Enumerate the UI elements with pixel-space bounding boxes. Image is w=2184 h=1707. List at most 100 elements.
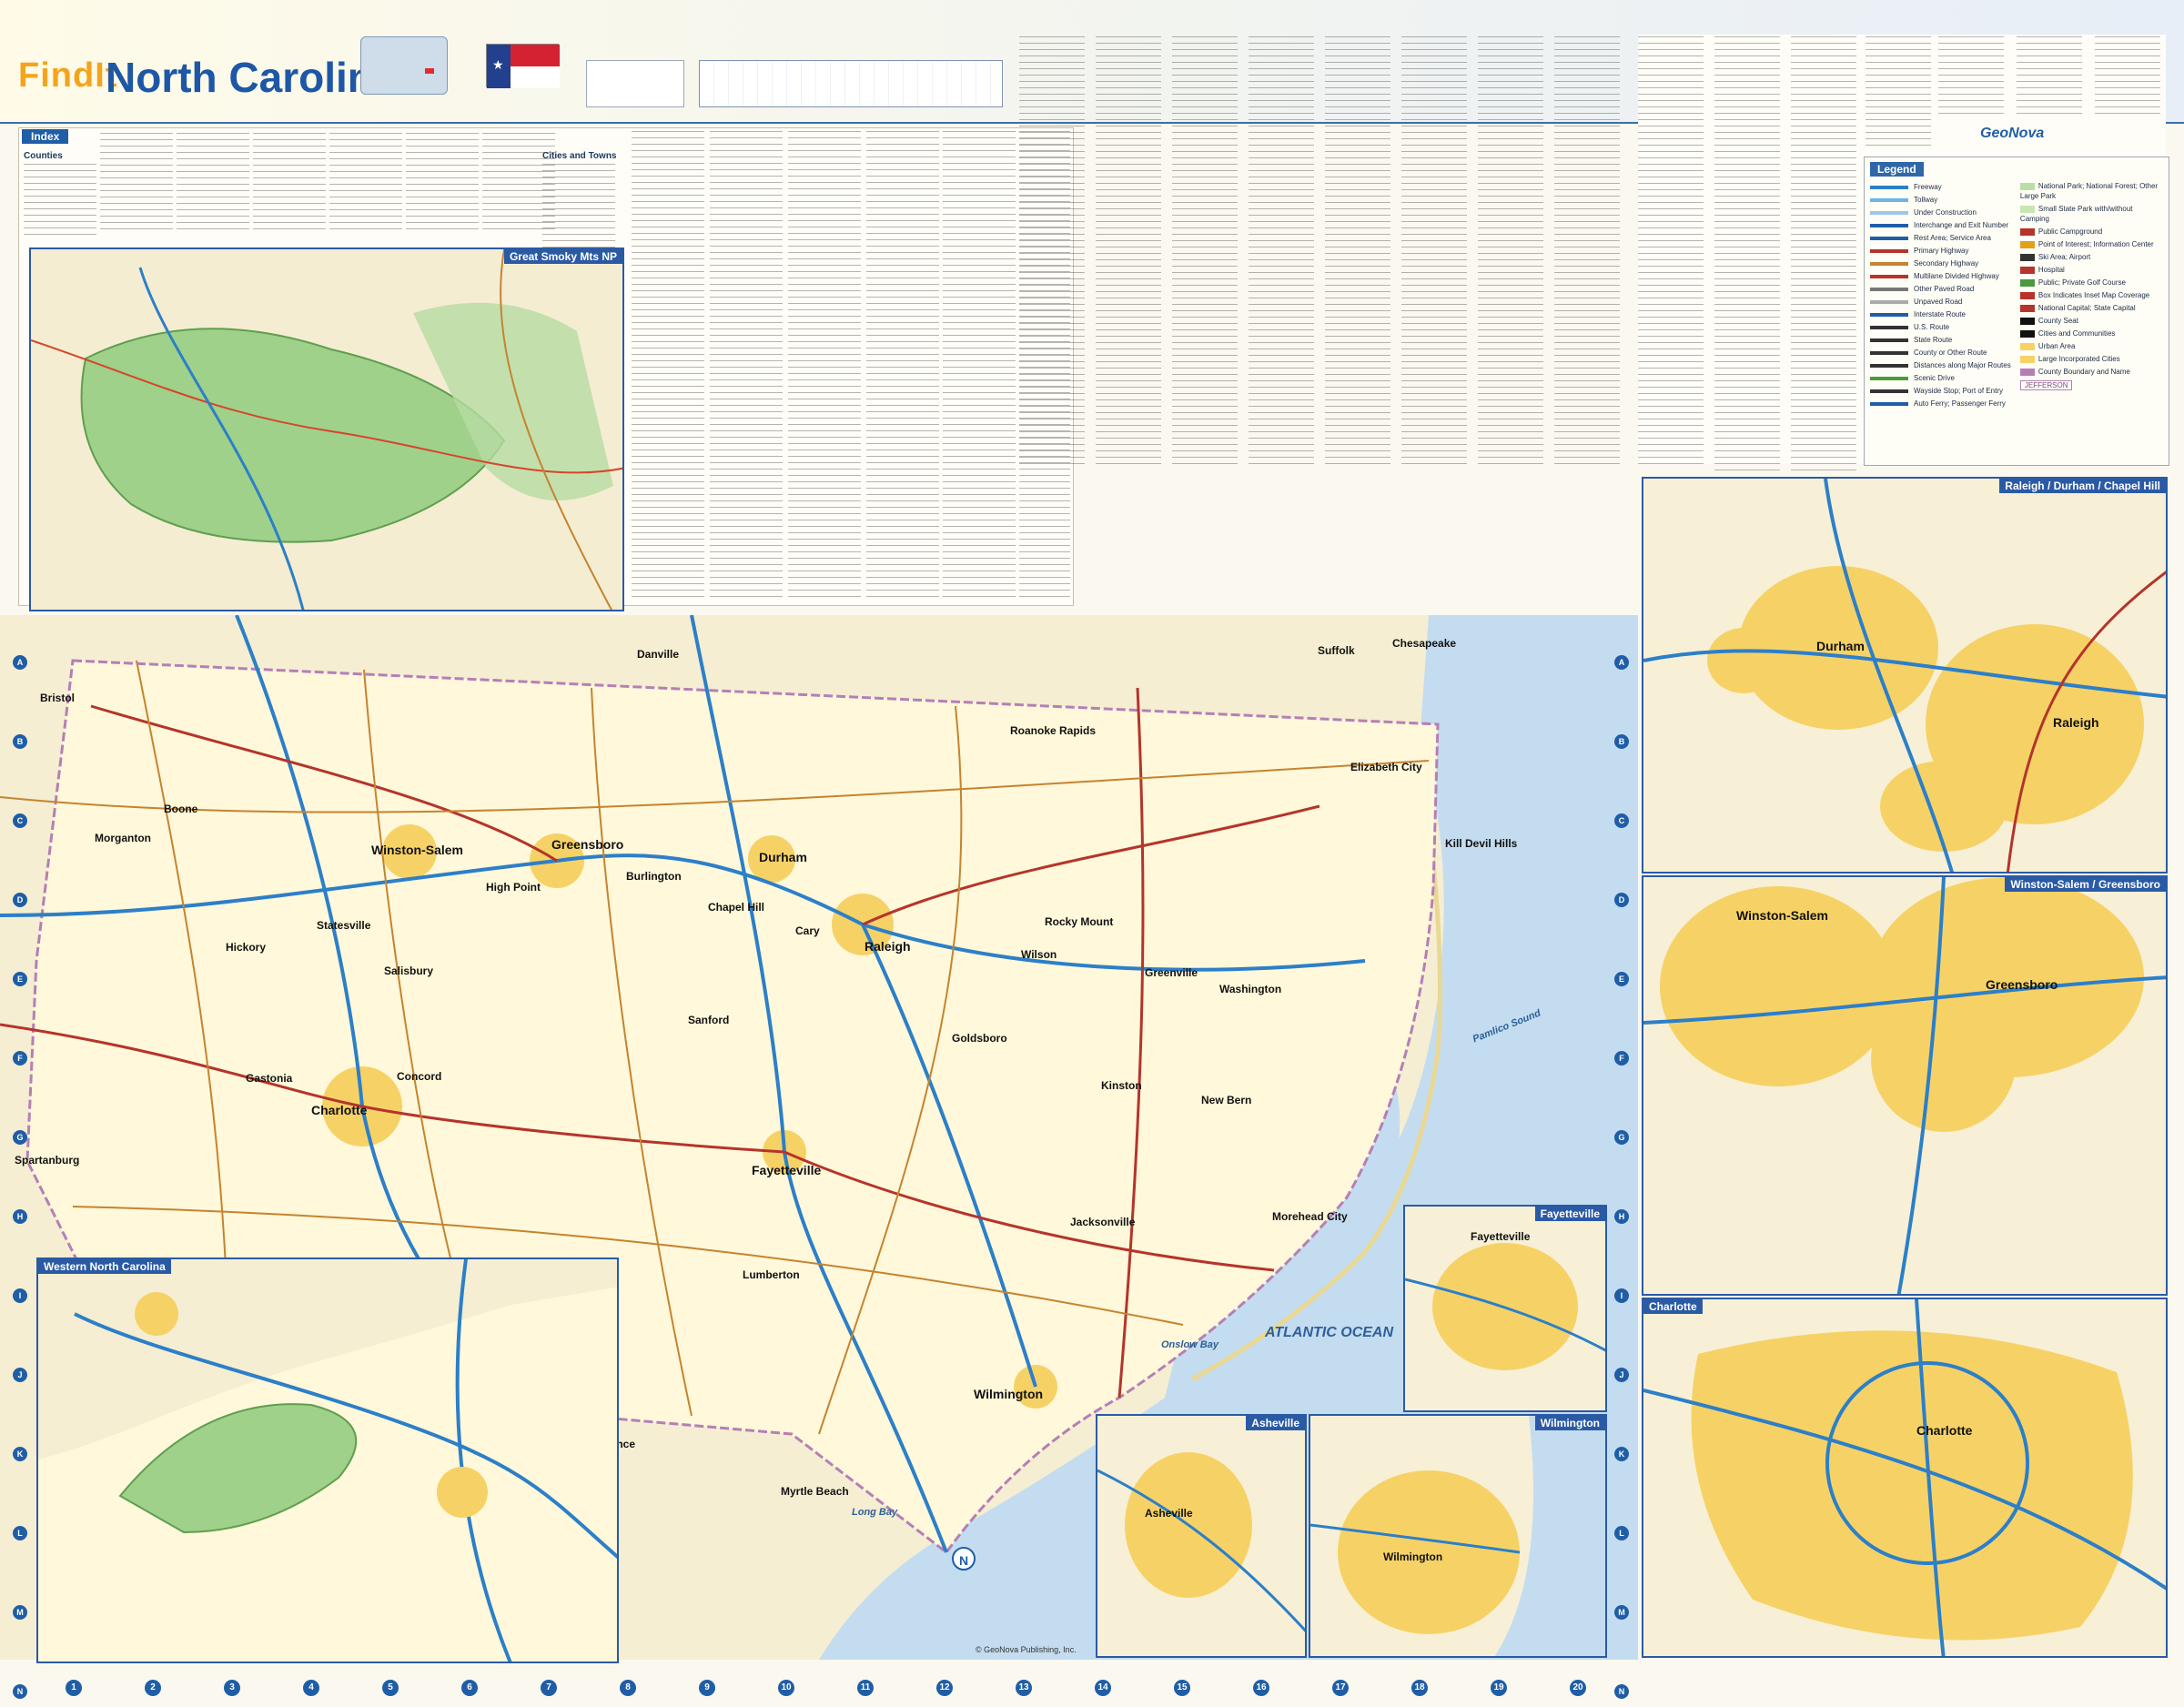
city-label[interactable]: Danville (637, 648, 679, 661)
city-label[interactable]: Bristol (40, 692, 75, 704)
city-label[interactable]: Kinston (1101, 1079, 1142, 1092)
legend-swatch-icon (1870, 363, 1908, 368)
city-label[interactable]: Winston-Salem (371, 843, 463, 857)
grid-number: 14 (1095, 1680, 1111, 1696)
legend-item: Box Indicates Inset Map Coverage (2019, 290, 2163, 300)
index-column (24, 164, 96, 237)
city-label[interactable]: Durham (1816, 639, 1865, 653)
city-label[interactable]: Cary (795, 924, 820, 937)
grid-number: 10 (778, 1680, 794, 1696)
grid-number: 4 (303, 1680, 319, 1696)
index-column (2095, 36, 2160, 118)
city-label[interactable]: Greenville (1145, 966, 1198, 979)
grid-letter: M (13, 1605, 27, 1620)
city-label[interactable]: Goldsboro (952, 1032, 1007, 1045)
city-label[interactable]: Raleigh (2053, 715, 2099, 730)
legend-item: Wayside Stop; Port of Entry (1870, 385, 2020, 398)
city-label[interactable]: Sanford (688, 1014, 729, 1026)
city-label[interactable]: Suffolk (1318, 644, 1355, 657)
legend-item: Interchange and Exit Number (1870, 219, 2020, 232)
city-label[interactable]: Gastonia (246, 1072, 292, 1085)
water-label: Onslow Bay (1161, 1339, 1218, 1350)
grid-number: 5 (382, 1680, 399, 1696)
legend-label: Box Indicates Inset Map Coverage (2037, 291, 2150, 299)
publisher-logo: GeoNova (1980, 126, 2045, 141)
legend-panel: Legend Freeway Tollway Under Construction I… (1864, 157, 2169, 466)
legend-label: National Capital; State Capital (2037, 304, 2136, 312)
city-label[interactable]: Chesapeake (1392, 637, 1456, 650)
legend-swatch-icon (2019, 329, 2035, 338)
inset-charlotte-map (1643, 1299, 2166, 1656)
legend-label: County or Other Route (1914, 348, 1987, 357)
inset-winston-map (1643, 877, 2166, 1294)
legend-label: Distances along Major Routes (1914, 361, 2011, 369)
city-label[interactable]: High Point (486, 881, 541, 894)
legend-item: Scenic Drive (1870, 372, 2020, 385)
compass-icon: N (952, 1547, 976, 1571)
city-label[interactable]: Statesville (317, 919, 370, 932)
city-label[interactable]: Elizabeth City (1350, 761, 1422, 773)
legend-swatch-icon (2019, 355, 2035, 363)
grid-letter: J (1614, 1368, 1629, 1382)
city-label[interactable]: Morganton (95, 832, 151, 844)
water-label: Long Bay (852, 1507, 898, 1518)
legend-label: Interstate Route (1914, 310, 1966, 318)
grid-letter: F (13, 1051, 27, 1066)
inset-title: Wilmington (1534, 1416, 1605, 1430)
grid-number: 17 (1332, 1680, 1349, 1696)
city-label[interactable]: Jacksonville (1070, 1216, 1135, 1228)
legend-swatch-icon (1870, 312, 1908, 317)
grid-number: 18 (1411, 1680, 1428, 1696)
grid-letter: L (13, 1526, 27, 1540)
grid-letter: M (1614, 1605, 1629, 1620)
legend-swatch-icon (1870, 350, 1908, 355)
legend-label: National Park; National Forest; Other La… (2019, 182, 2159, 200)
legend-item: Secondary Highway (1870, 258, 2020, 270)
city-label[interactable]: Lumberton (743, 1268, 800, 1281)
grid-letter: G (1614, 1130, 1629, 1145)
city-label[interactable]: Raleigh (864, 939, 911, 954)
city-label[interactable]: Salisbury (384, 965, 433, 977)
city-label[interactable]: Concord (397, 1070, 441, 1083)
city-label[interactable]: New Bern (1201, 1094, 1251, 1106)
city-label[interactable]: Durham (759, 850, 807, 864)
city-label[interactable]: Greensboro (1986, 977, 2058, 992)
city-label[interactable]: Winston-Salem (1736, 908, 1828, 923)
city-label[interactable]: Spartanburg (15, 1154, 79, 1167)
city-label[interactable]: Greensboro (551, 837, 623, 852)
legend-swatch-icon (2019, 253, 2035, 261)
inset-asheville: Asheville (1096, 1414, 1307, 1658)
grid-letter: E (13, 972, 27, 986)
city-label[interactable]: Wilson (1021, 948, 1057, 961)
city-label[interactable]: Roanoke Rapids (1010, 724, 1096, 737)
grid-number: 16 (1253, 1680, 1269, 1696)
city-label[interactable]: Washington (1219, 983, 1281, 995)
index-column (1554, 36, 1620, 464)
city-label[interactable]: Chapel Hill (708, 901, 764, 914)
city-label[interactable]: Morehead City (1272, 1210, 1348, 1223)
legend-swatch-icon (1870, 261, 1908, 266)
legend-item: Large Incorporated Cities (2019, 354, 2163, 364)
grid-letter: N (13, 1684, 27, 1699)
city-label[interactable]: Rocky Mount (1045, 915, 1113, 928)
city-label[interactable]: Wilmington (1383, 1550, 1442, 1563)
legend-item: Urban Area (2019, 341, 2163, 351)
city-label[interactable]: Burlington (626, 870, 682, 883)
grid-letter: F (1614, 1051, 1629, 1066)
index-column (2017, 36, 2082, 118)
city-label[interactable]: Myrtle Beach (781, 1485, 849, 1498)
city-label[interactable]: Boone (164, 803, 197, 815)
legend-label: Small State Park with/without Camping (2019, 205, 2133, 223)
city-label[interactable]: Hickory (226, 941, 266, 954)
city-label[interactable]: Charlotte (311, 1103, 367, 1117)
inset-asheville-map (1097, 1416, 1305, 1656)
city-label[interactable]: Kill Devil Hills (1445, 837, 1517, 850)
grid-number: 11 (857, 1680, 874, 1696)
city-label[interactable]: Asheville (1145, 1507, 1193, 1520)
city-label[interactable]: Wilmington (974, 1387, 1043, 1401)
city-label[interactable]: Charlotte (1916, 1423, 1972, 1438)
legend-label: Urban Area (2037, 342, 2076, 350)
legend-item: National Park; National Forest; Other La… (2019, 181, 2163, 201)
city-label[interactable]: Fayetteville (752, 1163, 821, 1177)
city-label[interactable]: Fayetteville (1471, 1230, 1530, 1243)
